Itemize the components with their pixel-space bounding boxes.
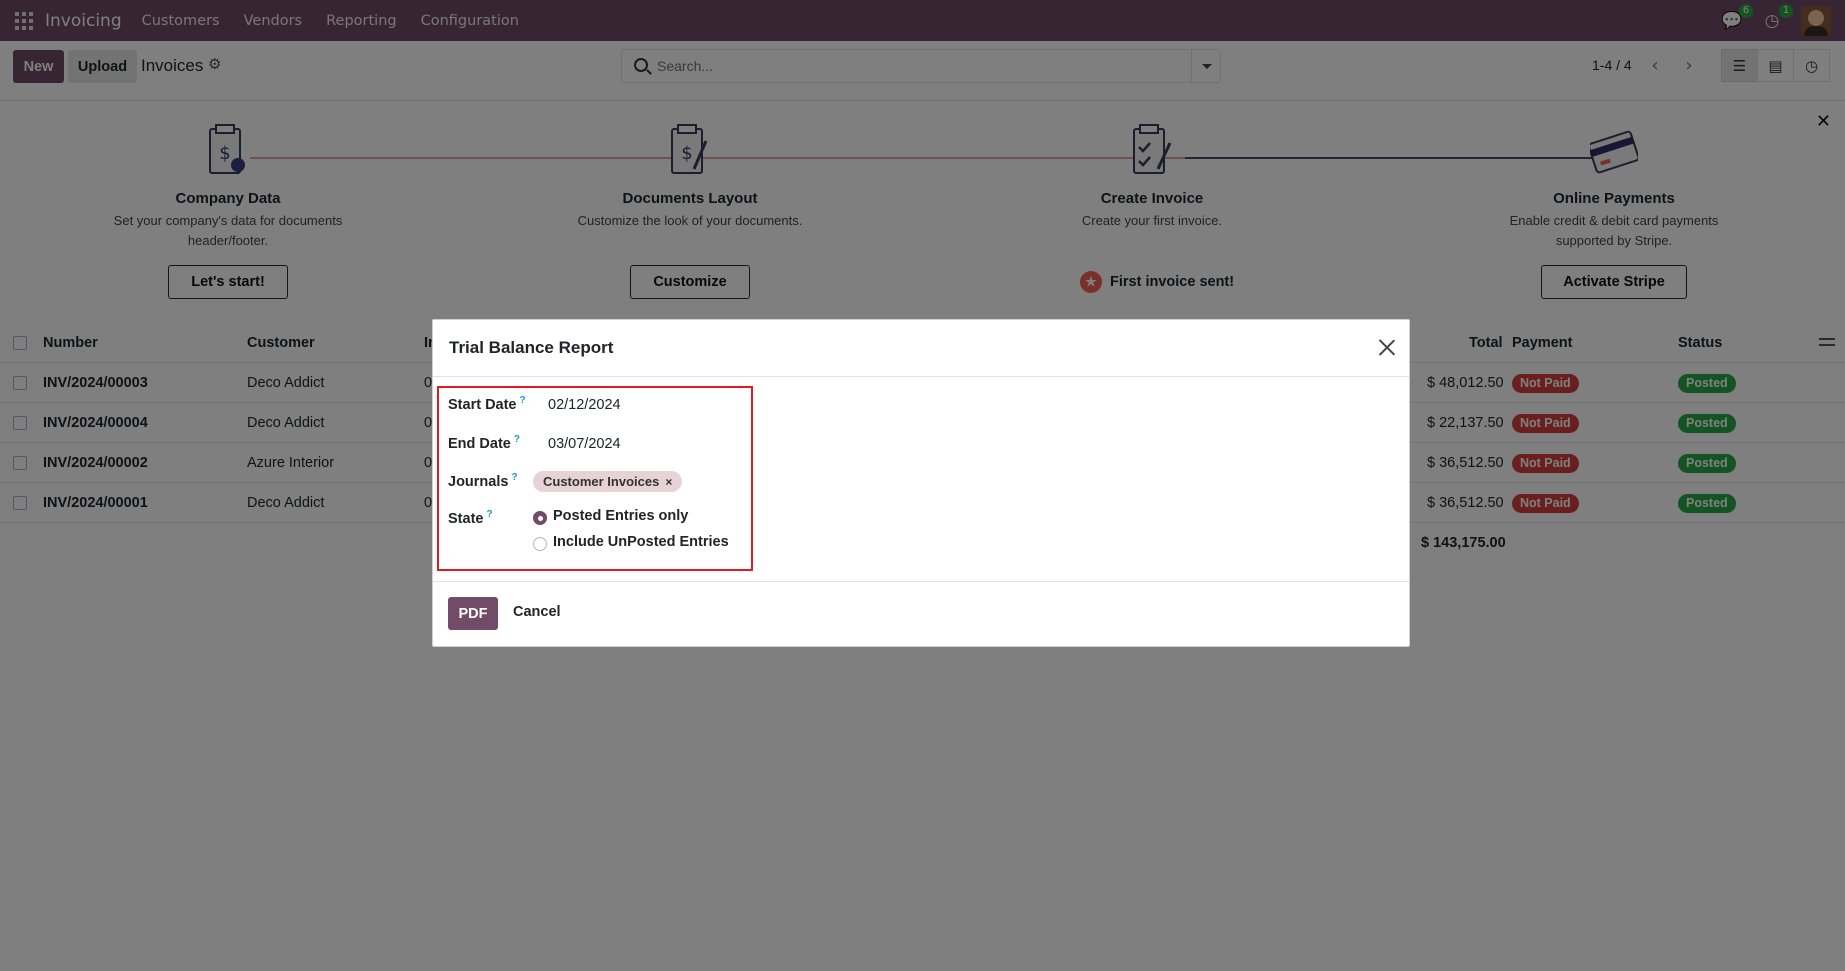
trial-balance-dialog: Trial Balance Report Start Date? 02/12/2… <box>432 319 1410 647</box>
state-label: State? <box>448 509 493 527</box>
help-icon[interactable]: ? <box>520 395 526 406</box>
close-icon[interactable] <box>1378 339 1395 356</box>
start-date-field[interactable]: 02/12/2024 <box>548 397 621 413</box>
help-icon[interactable]: ? <box>514 434 520 445</box>
modal-footer: PDF Cancel <box>433 581 1409 646</box>
pdf-button[interactable]: PDF <box>448 597 498 630</box>
help-icon[interactable]: ? <box>486 509 492 520</box>
end-date-field[interactable]: 03/07/2024 <box>548 436 621 452</box>
help-icon[interactable]: ? <box>511 472 517 483</box>
remove-tag-icon[interactable]: × <box>665 475 672 489</box>
end-date-label: End Date? <box>448 434 520 452</box>
radio-posted-only-label[interactable]: Posted Entries only <box>553 508 688 524</box>
modal-header: Trial Balance Report <box>433 320 1409 377</box>
cancel-button[interactable]: Cancel <box>513 604 561 620</box>
journal-tag-label: Customer Invoices <box>543 474 660 489</box>
radio-posted-only[interactable] <box>533 511 547 525</box>
radio-include-unposted[interactable] <box>533 537 547 551</box>
radio-include-unposted-label[interactable]: Include UnPosted Entries <box>553 534 729 550</box>
start-date-label: Start Date? <box>448 395 526 413</box>
modal-title: Trial Balance Report <box>449 338 614 357</box>
journal-tag: Customer Invoices × <box>533 471 683 492</box>
journals-label: Journals? <box>448 472 518 490</box>
